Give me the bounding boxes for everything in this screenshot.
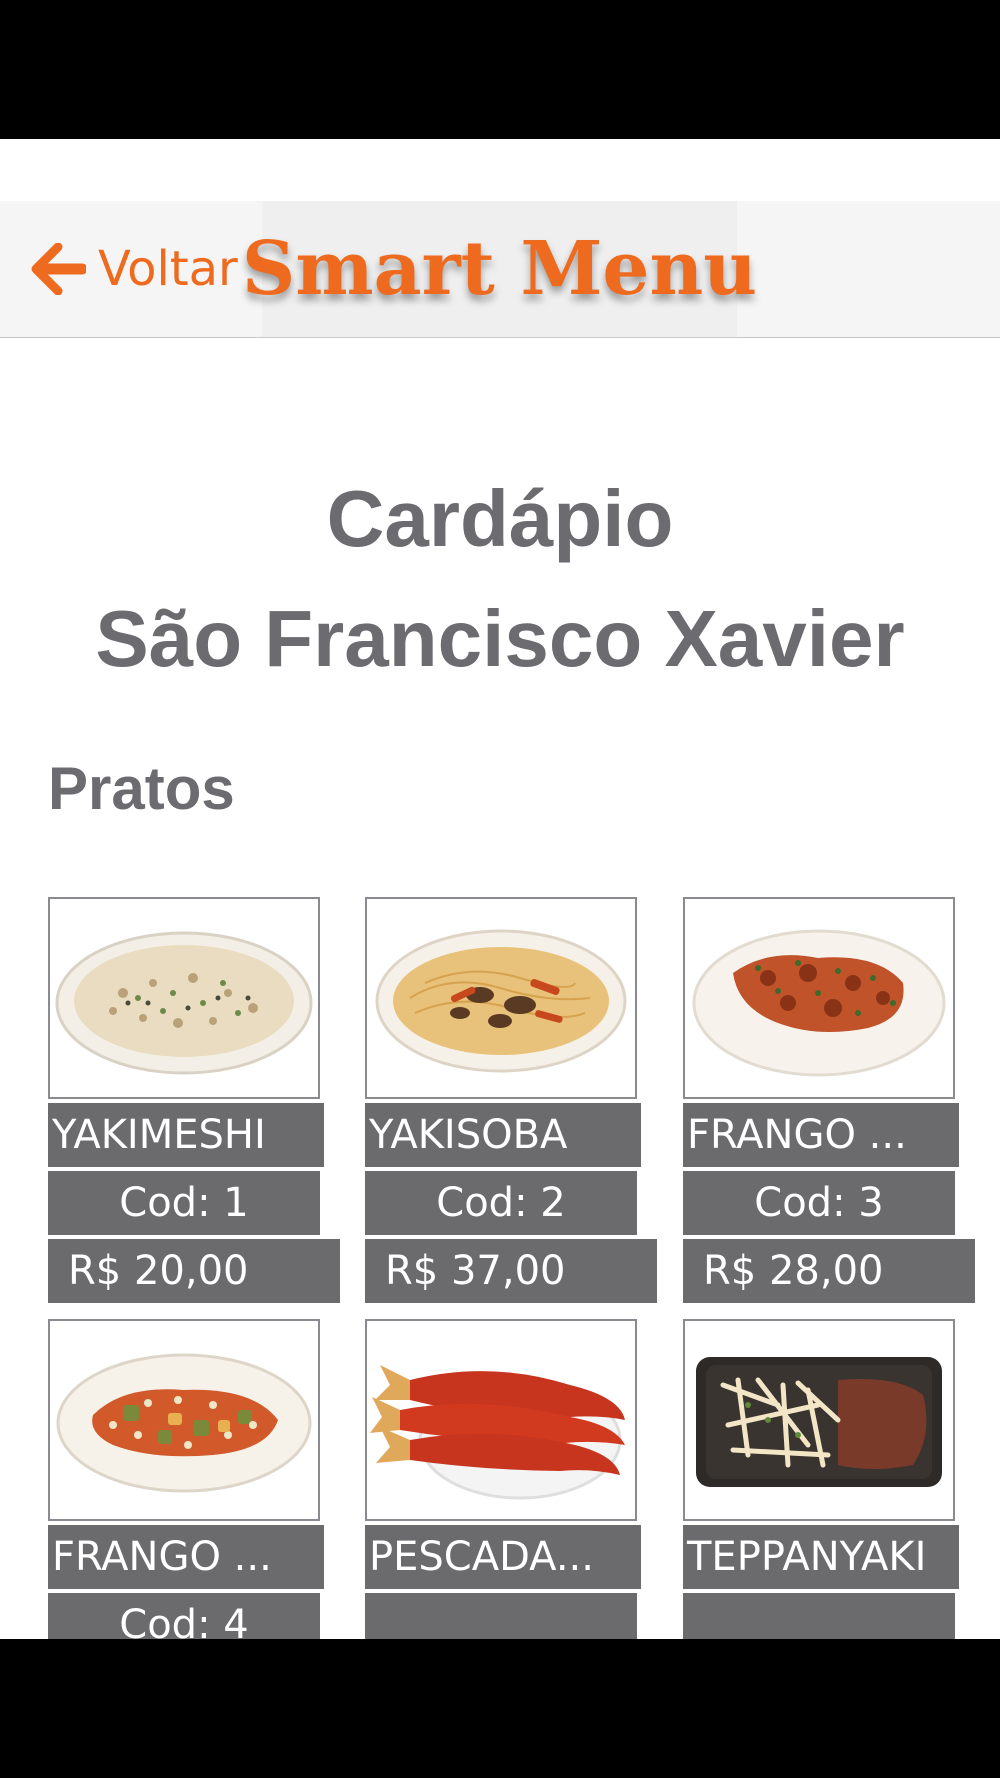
teppanyaki-platter-icon xyxy=(696,1357,942,1487)
dish-name: YAKISOBA xyxy=(365,1103,641,1167)
dish-name: PESCADA... xyxy=(365,1525,641,1589)
dish-card[interactable]: TEPPANYAKI xyxy=(683,1319,959,1639)
back-button[interactable]: Voltar xyxy=(30,201,238,337)
dish-image-fried-rice[interactable] xyxy=(48,897,320,1099)
screen: Voltar Smart Menu Cardápio São Francisco… xyxy=(0,0,1000,1778)
page-title-line-1: Cardápio xyxy=(326,474,674,563)
dish-code xyxy=(365,1593,637,1639)
dish-code: Cod: 4 xyxy=(48,1593,320,1639)
brand-title: Smart Menu xyxy=(241,226,758,312)
dish-image-chicken[interactable] xyxy=(683,897,955,1099)
dish-card[interactable]: FRANGO ... Cod: 4 xyxy=(48,1319,324,1639)
navigation-bar: Voltar Smart Menu xyxy=(0,201,1000,338)
dish-name: YAKIMESHI xyxy=(48,1103,324,1167)
dish-card[interactable]: FRANGO ... Cod: 3 R$ 28,00 xyxy=(683,897,975,1303)
dish-image-chicken-vegetables[interactable] xyxy=(48,1319,320,1521)
status-bar xyxy=(0,0,1000,139)
dish-image-noodles[interactable] xyxy=(365,897,637,1099)
page-title: Cardápio São Francisco Xavier xyxy=(0,459,1000,699)
app-content: Voltar Smart Menu Cardápio São Francisco… xyxy=(0,139,1000,1639)
chicken-vegetables-plate-icon xyxy=(56,1353,312,1493)
dish-image-fish[interactable] xyxy=(365,1319,637,1521)
dish-name: FRANGO ... xyxy=(683,1103,959,1167)
dish-price: R$ 28,00 xyxy=(683,1239,975,1303)
page-title-line-2: São Francisco Xavier xyxy=(95,594,905,683)
arrow-left-icon xyxy=(31,243,86,295)
fried-rice-plate-icon xyxy=(55,931,313,1075)
bottom-bar xyxy=(0,1639,1000,1778)
noodles-plate-icon xyxy=(375,929,627,1073)
dish-card[interactable]: YAKIMESHI Cod: 1 R$ 20,00 xyxy=(48,897,340,1303)
brand-logo: Smart Menu xyxy=(242,201,757,337)
dish-card[interactable]: YAKISOBA Cod: 2 R$ 37,00 xyxy=(365,897,657,1303)
dish-code: Cod: 3 xyxy=(683,1171,955,1235)
dish-code xyxy=(683,1593,955,1639)
back-button-label: Voltar xyxy=(98,241,238,297)
dish-image-teppanyaki[interactable] xyxy=(683,1319,955,1521)
dish-card[interactable]: PESCADA... xyxy=(365,1319,641,1639)
dish-code: Cod: 2 xyxy=(365,1171,637,1235)
section-title: Pratos xyxy=(48,755,235,822)
dish-price: R$ 20,00 xyxy=(48,1239,340,1303)
dish-name: FRANGO ... xyxy=(48,1525,324,1589)
dish-name: TEPPANYAKI xyxy=(683,1525,959,1589)
chicken-plate-icon xyxy=(692,929,946,1077)
fish-plate-icon xyxy=(370,1365,625,1500)
dish-price: R$ 37,00 xyxy=(365,1239,657,1303)
dish-code: Cod: 1 xyxy=(48,1171,320,1235)
